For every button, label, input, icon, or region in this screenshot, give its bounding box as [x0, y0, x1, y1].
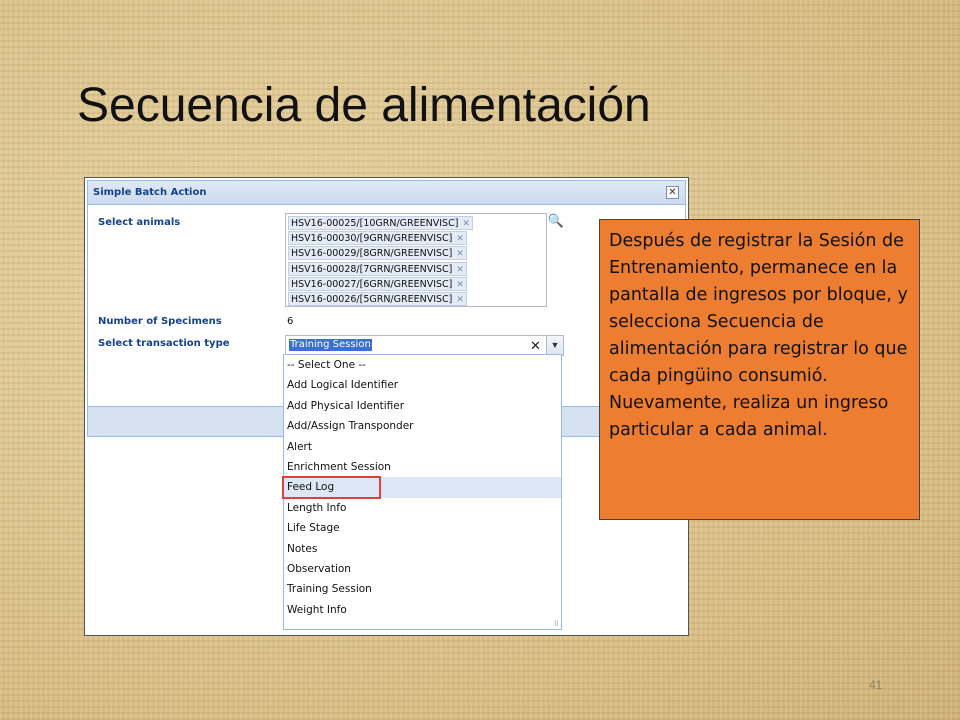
dropdown-option[interactable]: Training Session: [284, 579, 561, 599]
animal-tag: HSV16-00027/[6GRN/GREENVISC] ✕: [288, 276, 544, 291]
dropdown-option[interactable]: Alert: [284, 437, 561, 457]
transaction-type-combo[interactable]: Training Session ✕ ▼: [285, 335, 564, 356]
slide-title: Secuencia de alimentación: [77, 79, 651, 132]
animal-tag-label: HSV16-00030/[9GRN/GREENVISC] ✕: [288, 231, 467, 246]
selected-animals-field[interactable]: HSV16-00025/[10GRN/GREENVISC] ✕ HSV16-0003…: [285, 213, 547, 307]
transaction-type-value[interactable]: Training Session: [289, 339, 372, 351]
page-number: 41: [869, 678, 883, 692]
dropdown-option[interactable]: Observation: [284, 559, 561, 579]
feed-log-highlight-box: [282, 476, 381, 499]
callout-text: Después de registrar la Sesión de Entren…: [609, 231, 908, 440]
remove-tag-icon[interactable]: ✕: [456, 295, 464, 305]
animal-tag: HSV16-00026/[5GRN/GREENVISC] ✕: [288, 291, 544, 306]
animal-tag-text: HSV16-00030/[9GRN/GREENVISC]: [291, 233, 453, 245]
animal-tag: HSV16-00030/[9GRN/GREENVISC] ✕: [288, 231, 544, 246]
animal-tag-label: HSV16-00028/[7GRN/GREENVISC] ✕: [288, 261, 467, 276]
animal-tag-text: HSV16-00025/[10GRN/GREENVISC]: [291, 218, 459, 229]
animal-tag-text: HSV16-00029/[8GRN/GREENVISC]: [291, 248, 453, 260]
dialog-title: Simple Batch Action: [93, 187, 207, 198]
dropdown-option[interactable]: Life Stage: [284, 518, 561, 538]
dropdown-option[interactable]: -- Select One --: [284, 355, 561, 375]
number-of-specimens-label: Number of Specimens: [98, 316, 222, 327]
animal-tag-label: HSV16-00026/[5GRN/GREENVISC] ✕: [288, 291, 467, 306]
animal-tag-text: HSV16-00028/[7GRN/GREENVISC]: [291, 263, 453, 275]
remove-tag-icon[interactable]: ✕: [456, 265, 464, 275]
dropdown-option[interactable]: Add Physical Identifier: [284, 396, 561, 416]
dropdown-option[interactable]: Notes: [284, 539, 561, 559]
animal-tag-text: HSV16-00026/[5GRN/GREENVISC]: [291, 293, 453, 305]
instruction-callout: Después de registrar la Sesión de Entren…: [599, 219, 920, 520]
dropdown-option[interactable]: Add/Assign Transponder: [284, 416, 561, 436]
remove-tag-icon[interactable]: ✕: [456, 249, 464, 259]
remove-tag-icon[interactable]: ✕: [456, 234, 464, 244]
select-animals-label: Select animals: [98, 217, 181, 228]
animal-tag: HSV16-00029/[8GRN/GREENVISC] ✕: [288, 246, 544, 261]
remove-tag-icon[interactable]: ✕: [456, 280, 464, 290]
animal-tag-label: HSV16-00027/[6GRN/GREENVISC] ✕: [288, 276, 467, 291]
chevron-down-icon[interactable]: ▼: [546, 336, 563, 355]
remove-tag-icon[interactable]: ✕: [462, 219, 470, 229]
resize-grip-icon[interactable]: ⠿: [554, 620, 559, 628]
dropdown-option[interactable]: Length Info: [284, 498, 561, 518]
close-icon[interactable]: ✕: [666, 186, 679, 199]
animal-tag-label: HSV16-00029/[8GRN/GREENVISC] ✕: [288, 246, 467, 261]
clear-icon[interactable]: ✕: [530, 338, 541, 354]
animal-tag-label: HSV16-00025/[10GRN/GREENVISC] ✕: [288, 216, 473, 230]
animal-tag: HSV16-00025/[10GRN/GREENVISC] ✕: [288, 216, 544, 230]
dropdown-option[interactable]: Add Logical Identifier: [284, 375, 561, 395]
dropdown-option[interactable]: Weight Info: [284, 600, 561, 620]
animal-tag-text: HSV16-00027/[6GRN/GREENVISC]: [291, 278, 453, 290]
dropdown-option[interactable]: Enrichment Session: [284, 457, 561, 477]
search-icon[interactable]: 🔍: [547, 213, 565, 231]
select-transaction-type-label: Select transaction type: [98, 338, 230, 349]
animal-tag: HSV16-00028/[7GRN/GREENVISC] ✕: [288, 261, 544, 276]
dialog-header: Simple Batch Action ✕: [88, 181, 685, 205]
specimen-count: 6: [287, 316, 294, 327]
